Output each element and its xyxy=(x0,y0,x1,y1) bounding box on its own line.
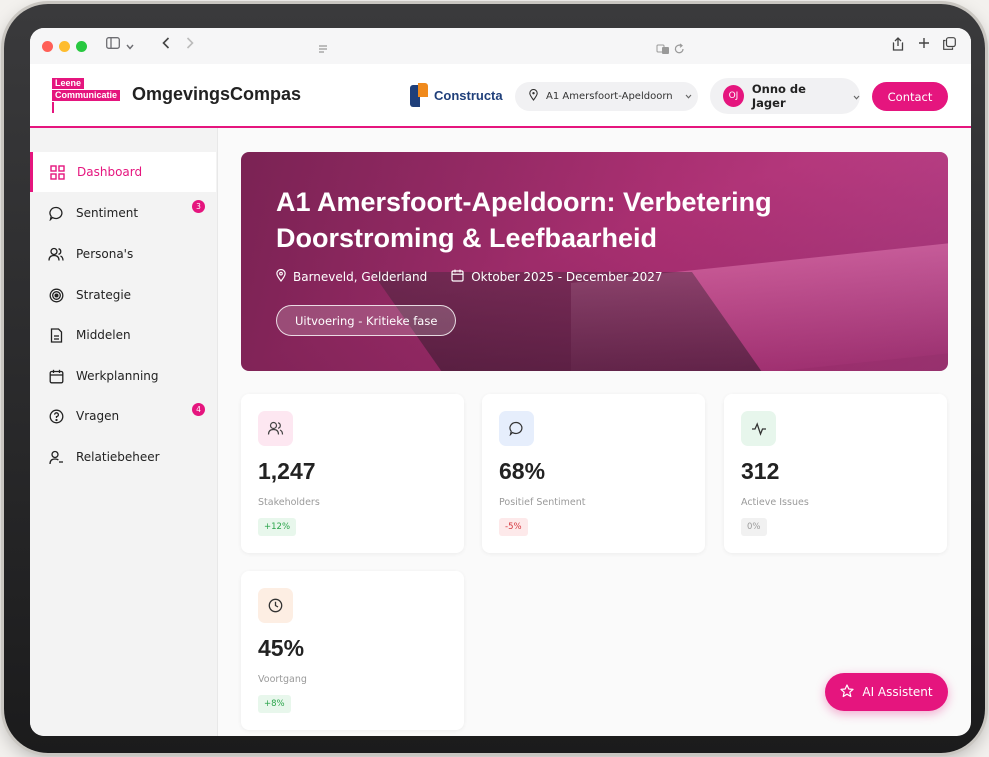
logo-stem xyxy=(52,102,54,113)
sidebar-item-label: Relatiebeheer xyxy=(76,450,160,464)
partner-logo: Constructa xyxy=(410,83,503,107)
question-circle-icon xyxy=(48,408,64,424)
minimize-window-button[interactable] xyxy=(59,41,70,52)
sidebar-item-dashboard[interactable]: Dashboard xyxy=(30,152,216,192)
activity-icon xyxy=(741,411,776,446)
project-hero: A1 Amersfoort-Apeldoorn: Verbetering Doo… xyxy=(241,152,948,371)
chevron-down-icon[interactable] xyxy=(126,39,134,54)
stat-label: Positief Sentiment xyxy=(499,497,586,508)
sidebar-item-middelen[interactable]: Middelen xyxy=(30,315,216,355)
constructa-mark-icon xyxy=(410,83,428,107)
ai-assistant-button[interactable]: AI Assistent xyxy=(825,673,948,711)
project-period: Oktober 2025 - December 2027 xyxy=(451,269,663,285)
stat-card-voortgang[interactable]: 45% Voortgang +8% xyxy=(241,571,464,730)
contact-button[interactable]: Contact xyxy=(872,82,948,111)
logo-line-2: Communicatie xyxy=(52,90,121,101)
calendar-icon xyxy=(48,368,64,384)
users-icon xyxy=(48,246,64,262)
translate-icon[interactable] xyxy=(656,40,670,59)
address-bar[interactable] xyxy=(306,36,692,58)
project-period-text: Oktober 2025 - December 2027 xyxy=(471,270,663,284)
stat-delta-badge: +8% xyxy=(258,695,291,713)
user-menu[interactable]: OJ Onno de Jager xyxy=(710,78,860,114)
stat-card-issues[interactable]: 312 Actieve Issues 0% xyxy=(724,394,947,553)
stat-card-stakeholders[interactable]: 1,247 Stakeholders +12% xyxy=(241,394,464,553)
forward-icon[interactable] xyxy=(186,37,194,53)
chevron-down-icon xyxy=(685,91,692,102)
stat-value: 45% xyxy=(258,635,305,661)
sidebar-item-label: Vragen xyxy=(76,409,120,423)
sidebar-item-label: Sentiment xyxy=(76,206,139,220)
stat-value: 312 xyxy=(741,458,780,484)
sidebar-item-label: Persona's xyxy=(76,247,134,261)
share-icon[interactable] xyxy=(892,37,904,55)
sidebar-item-relatiebeheer[interactable]: Relatiebeheer xyxy=(30,437,216,477)
stat-delta-badge: +12% xyxy=(258,518,297,536)
stat-delta-badge: 0% xyxy=(741,518,767,536)
chat-bubble-icon xyxy=(48,205,64,221)
stat-label: Actieve Issues xyxy=(741,497,809,508)
sidebar: Dashboard Sentiment 3 Persona's Strategi… xyxy=(30,128,218,736)
stat-label: Voortgang xyxy=(258,674,307,685)
document-icon xyxy=(48,327,64,343)
project-title: A1 Amersfoort-Apeldoorn: Verbetering Doo… xyxy=(276,187,772,253)
tabs-overview-icon[interactable] xyxy=(943,37,956,54)
back-icon[interactable] xyxy=(162,37,170,53)
project-meta: Barneveld, Gelderland Oktober 2025 - Dec… xyxy=(276,268,663,285)
sidebar-item-vragen[interactable]: Vragen 4 xyxy=(30,396,216,436)
notification-badge: 3 xyxy=(192,200,205,213)
chevron-down-icon xyxy=(853,89,860,103)
stat-card-sentiment[interactable]: 68% Positief Sentiment -5% xyxy=(482,394,705,553)
reload-icon[interactable] xyxy=(674,40,685,59)
stat-value: 1,247 xyxy=(258,458,316,484)
project-location: Barneveld, Gelderland xyxy=(276,268,428,285)
sidebar-item-sentiment[interactable]: Sentiment 3 xyxy=(30,193,216,233)
sidebar-item-personas[interactable]: Persona's xyxy=(30,234,216,274)
dashboard-grid-icon xyxy=(49,164,65,180)
app-name: OmgevingsCompas xyxy=(132,84,302,104)
stat-value: 68% xyxy=(499,458,546,484)
user-contact-icon xyxy=(48,449,64,465)
users-icon xyxy=(258,411,293,446)
sidebar-toggle-icon[interactable] xyxy=(106,37,120,53)
new-tab-icon[interactable] xyxy=(918,37,930,53)
sidebar-item-strategie[interactable]: Strategie xyxy=(30,275,216,315)
maximize-window-button[interactable] xyxy=(76,41,87,52)
partner-name: Constructa xyxy=(434,87,503,103)
sidebar-item-werkplanning[interactable]: Werkplanning xyxy=(30,356,216,396)
project-selector-label: A1 Amersfoort-Apeldoorn xyxy=(546,91,673,102)
clock-icon xyxy=(258,588,293,623)
project-phase-badge[interactable]: Uitvoering - Kritieke fase xyxy=(276,305,457,336)
close-window-button[interactable] xyxy=(42,41,53,52)
map-pin-icon xyxy=(529,88,538,104)
browser-toolbar xyxy=(30,28,971,64)
map-pin-icon xyxy=(276,268,286,285)
stat-delta-badge: -5% xyxy=(499,518,528,536)
screen: Leene Communicatie OmgevingsCompas Const… xyxy=(30,28,971,736)
sidebar-item-label: Werkplanning xyxy=(76,369,159,383)
target-icon xyxy=(48,287,64,303)
page-menu-icon[interactable] xyxy=(318,40,328,59)
notification-badge: 4 xyxy=(192,403,205,416)
stat-label: Stakeholders xyxy=(258,497,320,508)
avatar: OJ xyxy=(723,85,744,107)
leene-logo[interactable]: Leene Communicatie xyxy=(52,78,126,114)
sidebar-item-label: Dashboard xyxy=(77,165,143,179)
user-name: Onno de Jager xyxy=(751,82,806,110)
chat-bubble-icon xyxy=(499,411,534,446)
project-location-text: Barneveld, Gelderland xyxy=(293,270,428,284)
sidebar-item-label: Strategie xyxy=(76,288,132,302)
calendar-icon xyxy=(451,269,464,285)
project-selector[interactable]: A1 Amersfoort-Apeldoorn xyxy=(515,82,698,111)
app-header: Leene Communicatie OmgevingsCompas Const… xyxy=(30,64,971,128)
ai-assistant-label: AI Assistent xyxy=(862,685,933,699)
logo-line-1: Leene xyxy=(52,78,85,89)
star-icon xyxy=(840,683,854,701)
sidebar-item-label: Middelen xyxy=(76,328,131,342)
